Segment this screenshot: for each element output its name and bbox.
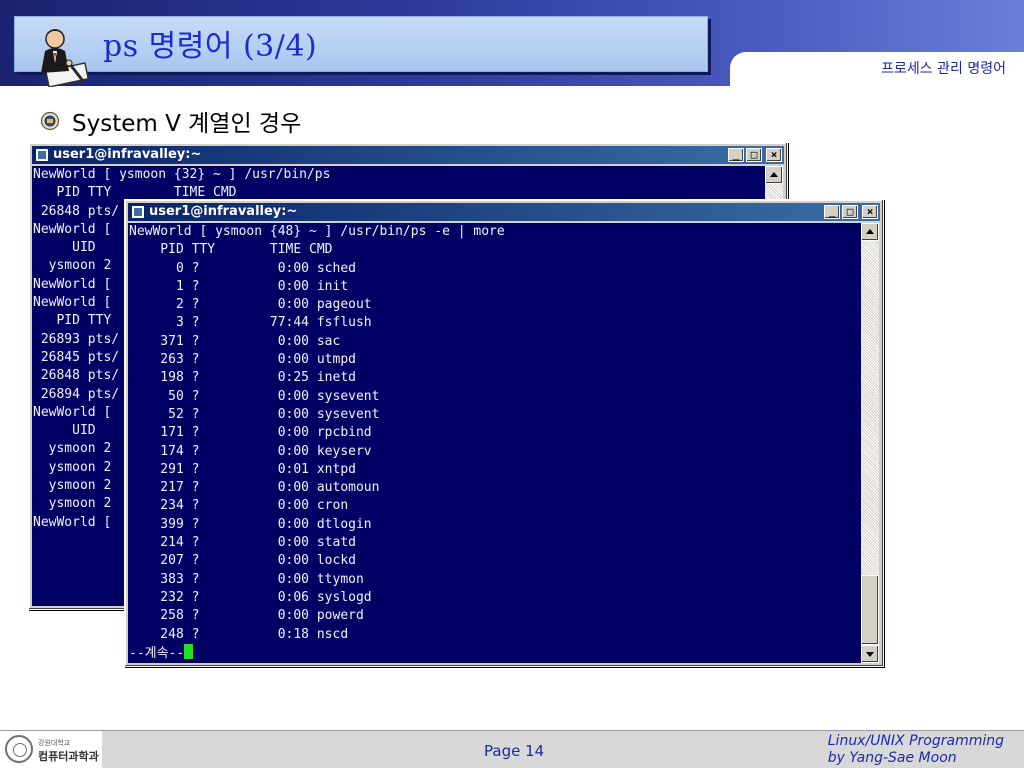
scroll-thumb[interactable] xyxy=(861,575,879,645)
arrow-up-icon xyxy=(866,229,874,234)
command-line: NewWorld [ ysmoon {48} ~ ] /usr/bin/ps -… xyxy=(129,224,505,239)
terminal-line: ysmoon 2 xyxy=(48,441,112,457)
text-cursor xyxy=(184,643,194,659)
process-row: 3 ? 77:44 fsflush xyxy=(175,315,372,331)
terminal-line: NewWorld [ xyxy=(33,221,112,237)
process-row: 198 ? 0:25 inetd xyxy=(160,370,356,386)
terminal-line: 26848 pts/ xyxy=(40,368,120,384)
scroll-up-button[interactable] xyxy=(861,223,879,241)
process-row: 217 ? 0:00 automoun xyxy=(160,480,380,496)
logo-university-name: 강원대학교 xyxy=(38,739,71,747)
terminal-line: 26845 pts/ xyxy=(40,349,120,365)
terminal-line: 26893 pts/ xyxy=(40,331,120,347)
process-row: 371 ? 0:00 sac xyxy=(160,333,341,349)
terminal-window-icon xyxy=(131,205,145,219)
terminal-line: ysmoon 2 xyxy=(48,478,112,494)
terminal-line: NewWorld [ ysmoon {32} ~ ] /usr/bin/ps xyxy=(33,167,331,182)
credits: Linux/UNIX Programming by Yang-Sae Moon xyxy=(828,733,1004,767)
process-row: 0 ? 0:00 sched xyxy=(175,260,356,276)
terminal-line: 26848 pts/ xyxy=(40,203,120,219)
terminal-line: UID xyxy=(72,240,96,256)
process-row: 232 ? 0:06 syslogd xyxy=(160,589,372,605)
process-row: 258 ? 0:00 powerd xyxy=(160,608,364,624)
university-seal-icon xyxy=(5,735,33,763)
terminal-line: PID TTY xyxy=(56,313,112,329)
bullet-text: System V 계열인 경우 xyxy=(72,111,302,137)
window-title: user1@infravalley:~ xyxy=(149,204,298,219)
footer: 강원대학교 컴퓨터과학과 Page 14 Linux/UNIX Programm… xyxy=(0,730,1024,768)
more-prompt: --계속-- xyxy=(129,645,185,661)
footer-logo: 강원대학교 컴퓨터과학과 xyxy=(0,731,102,768)
minimize-button[interactable]: _ xyxy=(728,148,744,162)
arrow-down-icon xyxy=(866,652,874,657)
process-row: 2 ? 0:00 pageout xyxy=(175,297,372,313)
terminal-line: 26894 pts/ xyxy=(40,386,120,402)
process-row: 234 ? 0:00 cron xyxy=(160,498,349,514)
arrow-up-icon xyxy=(770,172,778,177)
section-subtitle: 프로세스 관리 명령어 xyxy=(881,61,1006,77)
maximize-button[interactable]: □ xyxy=(842,205,858,219)
terminal-line: NewWorld [ xyxy=(33,514,112,530)
process-row: 291 ? 0:01 xntpd xyxy=(160,461,356,477)
title-box: ps 명령어 (3/4) xyxy=(14,16,708,87)
process-row: 50 ? 0:00 sysevent xyxy=(168,388,380,404)
process-row: 399 ? 0:00 dtlogin xyxy=(160,516,372,532)
terminal-line: ysmoon 2 xyxy=(48,258,112,274)
credit-author: by Yang-Sae Moon xyxy=(827,750,957,766)
terminal-output: NewWorld [ ysmoon {48} ~ ] /usr/bin/ps -… xyxy=(128,223,861,663)
bullet-seal-icon xyxy=(40,111,60,131)
terminal-line: UID xyxy=(72,423,96,439)
process-row: 263 ? 0:00 utmpd xyxy=(160,352,356,368)
column-header: PID TTY TIME CMD xyxy=(129,242,333,258)
terminal-line: NewWorld [ xyxy=(33,404,112,420)
terminal-screen[interactable]: NewWorld [ ysmoon {48} ~ ] /usr/bin/ps -… xyxy=(128,223,861,663)
subtitle-tab: 프로세스 관리 명령어 xyxy=(730,52,1024,86)
process-row: 174 ? 0:00 keyserv xyxy=(160,443,372,459)
scrollbar[interactable] xyxy=(861,223,879,663)
page-number: Page 14 xyxy=(484,742,545,760)
process-row: 214 ? 0:00 statd xyxy=(160,535,356,551)
terminal-window-front[interactable]: user1@infravalley:~ _ □ × NewWorld [ ysm… xyxy=(124,199,884,667)
person-writing-icon xyxy=(41,29,90,87)
process-row: 248 ? 0:18 nscd xyxy=(160,626,349,642)
page-title: ps 명령어 (3/4) xyxy=(103,29,318,64)
process-row: 207 ? 0:00 lockd xyxy=(160,553,356,569)
credit-course: Linux/UNIX Programming xyxy=(827,733,1004,749)
process-list: 0 ? 0:00 sched 1 ? 0:00 init 2 ? 0:00 pa… xyxy=(129,261,379,642)
terminal-line: ysmoon 2 xyxy=(48,459,112,475)
process-row: 383 ? 0:00 ttymon xyxy=(160,571,364,587)
process-row: 52 ? 0:00 sysevent xyxy=(168,406,380,422)
scroll-down-button[interactable] xyxy=(861,645,879,663)
close-button[interactable]: × xyxy=(862,205,878,219)
terminal-line: NewWorld [ xyxy=(33,295,112,311)
minimize-button[interactable]: _ xyxy=(824,205,840,219)
process-row: 1 ? 0:00 init xyxy=(175,278,349,294)
window-title: user1@infravalley:~ xyxy=(53,147,202,162)
window-titlebar[interactable]: user1@infravalley:~ _ □ × xyxy=(128,203,880,221)
terminal-window-icon xyxy=(35,148,49,162)
logo-department-name: 컴퓨터과학과 xyxy=(38,750,99,763)
window-titlebar[interactable]: user1@infravalley:~ _ □ × xyxy=(32,146,784,164)
scroll-up-button[interactable] xyxy=(765,166,783,184)
terminal-line: ysmoon 2 xyxy=(48,496,112,512)
maximize-button[interactable]: □ xyxy=(746,148,762,162)
close-button[interactable]: × xyxy=(766,148,782,162)
terminal-line: NewWorld [ xyxy=(33,276,112,292)
process-row: 171 ? 0:00 rpcbind xyxy=(160,425,372,441)
bullet-item: System V 계열인 경우 xyxy=(40,106,302,137)
